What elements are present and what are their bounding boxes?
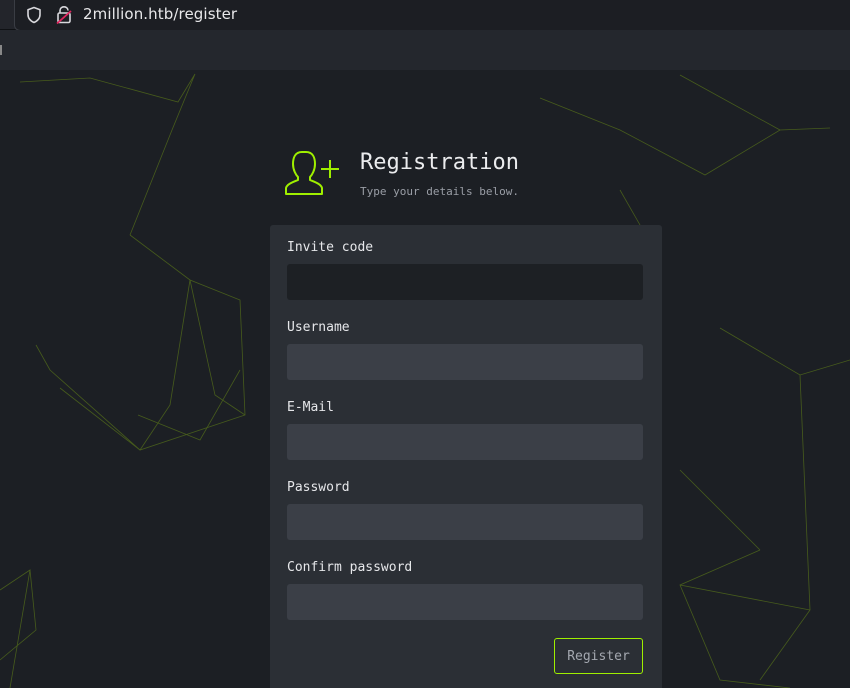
page-title: Registration [360,150,519,175]
confirm-password-label: Confirm password [287,560,413,575]
address-bar[interactable]: 2million.htb/register [14,0,850,31]
confirm-password-input[interactable] [287,584,643,620]
email-input[interactable] [287,424,643,460]
username-label: Username [287,320,350,335]
username-input[interactable] [287,344,643,380]
password-label: Password [287,480,350,495]
bookmarks-strip [0,30,850,70]
user-plus-icon [285,151,339,195]
register-page: Registration Type your details below. In… [0,70,850,688]
registration-header: Registration Type your details below. [284,150,644,210]
browser-toolbar: 2million.htb/register [0,0,850,31]
invite-code-input[interactable] [287,264,643,300]
url-text[interactable]: 2million.htb/register [83,5,237,23]
strip-marker [0,45,2,55]
lock-icon[interactable] [55,5,73,25]
page-subtitle: Type your details below. [360,185,519,198]
register-button[interactable]: Register [554,638,643,674]
shield-icon[interactable] [25,6,43,24]
registration-form: Invite code Username E-Mail Password Con… [270,225,662,688]
invite-code-label: Invite code [287,240,374,255]
password-input[interactable] [287,504,643,540]
email-label: E-Mail [287,400,334,415]
